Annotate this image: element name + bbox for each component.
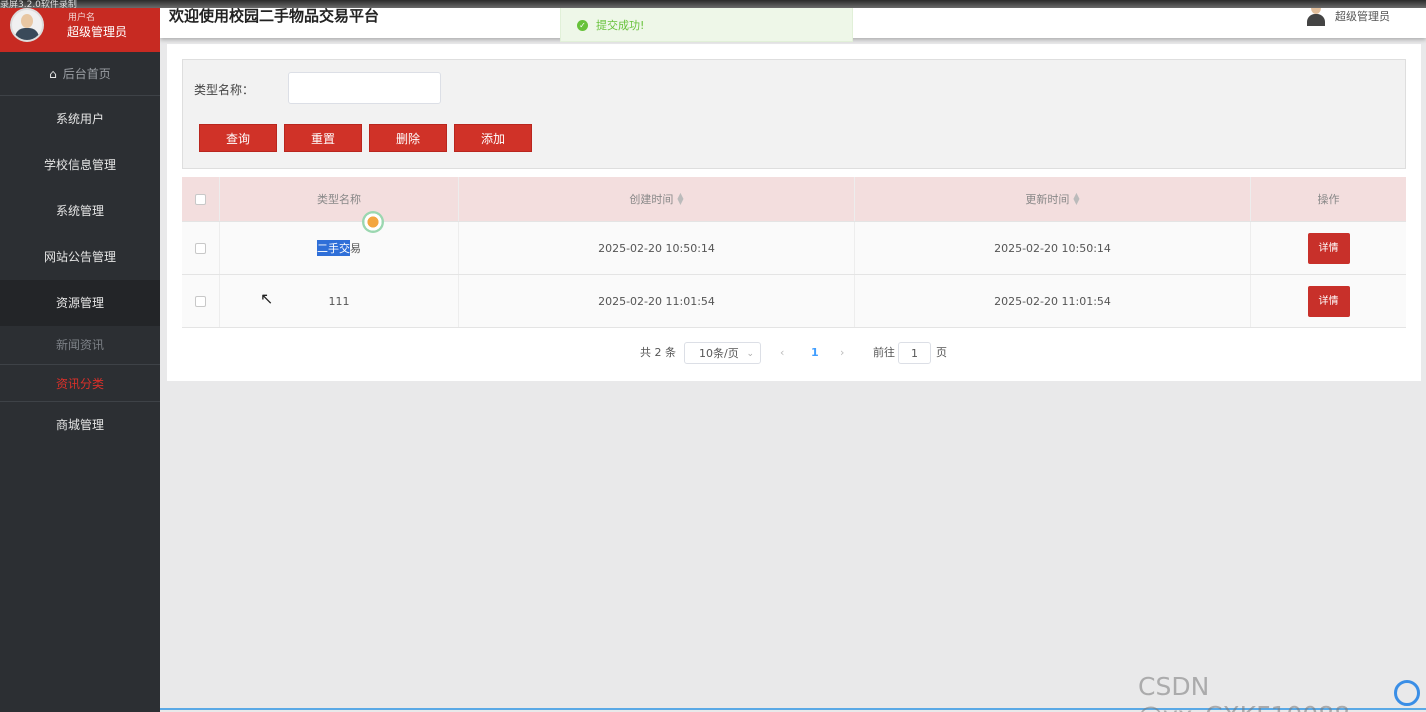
column-header-updated[interactable]: 更新时间 ▲ ▼ xyxy=(855,177,1251,221)
check-circle-icon: ✓ xyxy=(577,20,588,31)
page-title: 欢迎使用校园二手物品交易平台 xyxy=(169,7,380,25)
created-time-cell: 2025-02-20 10:50:14 xyxy=(459,222,855,274)
sidebar-item-announcements[interactable]: 网站公告管理 xyxy=(0,234,160,280)
detail-button[interactable]: 详情 xyxy=(1307,285,1350,317)
mouse-cursor-icon: ↖ xyxy=(260,289,274,308)
select-all-checkbox[interactable] xyxy=(195,193,206,205)
row-select-cell xyxy=(182,222,220,274)
column-header-created[interactable]: 创建时间 ▲ ▼ xyxy=(459,177,855,221)
add-button[interactable]: 添加 xyxy=(454,124,532,152)
page-size-select[interactable]: 10条/页 ⌄ xyxy=(684,342,761,364)
sidebar-subitem-news-category[interactable]: 资讯分类 xyxy=(0,364,160,402)
next-page-icon[interactable]: › xyxy=(840,342,844,364)
sidebar-item-label: 后台首页 xyxy=(62,67,111,81)
page-size-value: 10条/页 xyxy=(699,347,739,360)
prev-page-icon[interactable]: ‹ xyxy=(780,342,784,364)
toast-message: 提交成功! xyxy=(596,19,645,32)
sidebar-item-school-info[interactable]: 学校信息管理 xyxy=(0,142,160,188)
header-user-name[interactable]: 超级管理员 xyxy=(1335,8,1390,24)
query-button[interactable]: 查询 xyxy=(199,124,277,152)
type-name-text: 易 xyxy=(350,242,361,255)
row-checkbox[interactable] xyxy=(195,242,206,254)
user-role: 超级管理员 xyxy=(67,25,128,39)
sort-icon[interactable]: ▲ ▼ xyxy=(677,192,683,206)
content-card: 类型名称： 查询 重置 删除 添加 类型名称 创建时间 ▲ ▼ 更新时间 ▲ ▼ 操作 … xyxy=(167,44,1421,381)
type-name-label: 类型名称： xyxy=(194,83,255,97)
floating-assistant-icon[interactable] xyxy=(362,211,384,233)
column-header-name: 类型名称 xyxy=(220,177,459,221)
sidebar-item-system-users[interactable]: 系统用户 xyxy=(0,96,160,142)
sort-icon[interactable]: ▲ ▼ xyxy=(1073,192,1079,206)
recorder-strip: 录屏3.2.0软件录制 xyxy=(0,0,1426,10)
page-unit-label: 页 xyxy=(936,346,947,359)
recorder-label: 录屏3.2.0软件录制 xyxy=(0,0,77,10)
sidebar-item-system-management[interactable]: 系统管理 xyxy=(0,188,160,234)
row-checkbox[interactable] xyxy=(195,295,206,307)
row-select-cell xyxy=(182,275,220,327)
sidebar-subitem-news[interactable]: 新闻资讯 xyxy=(0,326,160,364)
sidebar-item-mall[interactable]: 商城管理 xyxy=(0,402,160,448)
type-name-cell: 二手交易 xyxy=(220,222,459,274)
selected-text: 二手交 xyxy=(317,240,350,256)
avatar[interactable] xyxy=(10,8,44,42)
sidebar-item-home[interactable]: ⌂ 后台首页 xyxy=(0,52,160,96)
column-header-label: 更新时间 xyxy=(1025,193,1070,206)
goto-page-input[interactable]: 1 xyxy=(898,342,931,364)
column-header-actions: 操作 xyxy=(1317,193,1340,206)
search-panel: 类型名称： 查询 重置 删除 添加 xyxy=(182,59,1406,169)
type-name-input[interactable] xyxy=(288,72,441,104)
reset-button[interactable]: 重置 xyxy=(284,124,362,152)
total-count: 共 2 条 xyxy=(640,346,676,359)
user-label: 用户名 xyxy=(68,13,96,23)
chevron-down-icon: ⌄ xyxy=(746,349,754,359)
type-name-cell: 111 xyxy=(220,275,459,327)
delete-button[interactable]: 删除 xyxy=(369,124,447,152)
sidebar: 用户名 超级管理员 ⌂ 后台首页 系统用户 学校信息管理 系统管理 网站公告管理 … xyxy=(0,0,160,712)
created-time-cell: 2025-02-20 11:01:54 xyxy=(459,275,855,327)
detail-button[interactable]: 详情 xyxy=(1307,232,1350,264)
sidebar-item-resources[interactable]: 资源管理 xyxy=(0,280,160,326)
table-row: 111 2025-02-20 11:01:54 2025-02-20 11:01… xyxy=(182,275,1406,328)
category-table: 类型名称 创建时间 ▲ ▼ 更新时间 ▲ ▼ 操作 二手交易 2025-02-20 10… xyxy=(182,177,1406,328)
select-all-cell xyxy=(182,177,220,221)
home-icon: ⌂ xyxy=(49,67,57,81)
actions-cell: 详情 xyxy=(1251,275,1406,327)
search-icon[interactable] xyxy=(1394,680,1420,706)
actions-cell: 详情 xyxy=(1251,222,1406,274)
updated-time-cell: 2025-02-20 10:50:14 xyxy=(855,222,1251,274)
column-header-label: 创建时间 xyxy=(629,193,674,206)
sidebar-menu: ⌂ 后台首页 系统用户 学校信息管理 系统管理 网站公告管理 资源管理 新闻资讯 … xyxy=(0,52,160,448)
watermark: CSDN @vx_CXKF10088 xyxy=(1138,672,1350,712)
updated-time-cell: 2025-02-20 11:01:54 xyxy=(855,275,1251,327)
goto-label: 前往 xyxy=(873,346,895,359)
page-number[interactable]: 1 xyxy=(811,342,819,364)
